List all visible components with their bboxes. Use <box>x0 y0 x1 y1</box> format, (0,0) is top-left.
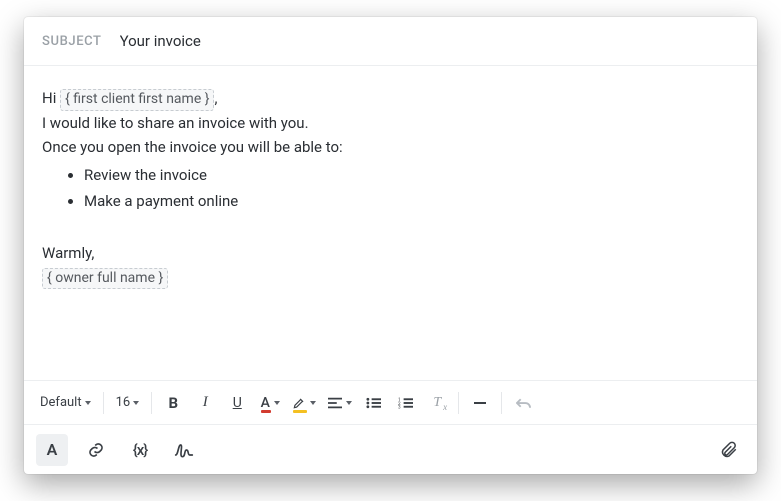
subject-input[interactable] <box>118 31 739 51</box>
greeting-line: Hi { first client first name }, <box>42 86 739 111</box>
undo-button[interactable] <box>508 388 538 418</box>
text-color-dropdown[interactable]: A <box>254 388 284 418</box>
highlighter-icon <box>292 396 306 410</box>
token-owner-full-name[interactable]: { owner full name } <box>42 268 168 290</box>
chevron-down-icon <box>274 401 280 405</box>
underline-button[interactable]: U <box>222 388 252 418</box>
body-bullet-list: Review the invoice Make a payment online <box>42 163 739 213</box>
text-format-toggle[interactable]: A <box>36 434 68 466</box>
align-left-icon <box>328 397 342 409</box>
insert-variable-button[interactable]: {x} <box>124 434 156 466</box>
chevron-down-icon <box>346 401 352 405</box>
chevron-down-icon <box>133 401 139 405</box>
bullet-list-icon <box>366 397 381 409</box>
list-item: Make a payment online <box>84 189 739 213</box>
undo-icon <box>516 396 531 410</box>
body-line-2: Once you open the invoice you will be ab… <box>42 135 739 159</box>
toolbar-separator <box>151 392 152 414</box>
font-size-label: 16 <box>116 395 131 410</box>
horizontal-rule-icon <box>473 396 487 410</box>
font-size-dropdown[interactable]: 16 <box>110 388 146 418</box>
paperclip-icon <box>720 440 738 460</box>
email-editor-card: SUBJECT Hi { first client first name }, … <box>24 17 757 474</box>
italic-button[interactable]: I <box>190 388 220 418</box>
signature-line: { owner full name } <box>42 265 739 290</box>
subject-label: SUBJECT <box>42 34 102 49</box>
toolbar-separator <box>458 392 459 414</box>
bold-button[interactable]: B <box>158 388 188 418</box>
chevron-down-icon <box>310 401 316 405</box>
font-family-dropdown[interactable]: Default <box>34 388 97 418</box>
bullet-list-button[interactable] <box>358 388 388 418</box>
insert-link-button[interactable] <box>80 434 112 466</box>
toolbar-separator <box>501 392 502 414</box>
signature-icon <box>174 441 194 459</box>
signoff-line: Warmly, <box>42 241 739 265</box>
numbered-list-button[interactable]: 1 2 3 <box>390 388 420 418</box>
highlight-color-dropdown[interactable] <box>286 388 320 418</box>
chevron-down-icon <box>85 401 91 405</box>
greeting-prefix: Hi <box>42 89 60 107</box>
formatting-toolbar: Default 16 B I U A <box>24 380 757 424</box>
email-body[interactable]: Hi { first client first name }, I would … <box>24 66 757 380</box>
link-icon <box>87 441 105 459</box>
body-line-1: I would like to share an invoice with yo… <box>42 111 739 135</box>
align-dropdown[interactable] <box>322 388 356 418</box>
horizontal-rule-button[interactable] <box>465 388 495 418</box>
subject-row: SUBJECT <box>24 17 757 66</box>
insert-toolbar: A {x} <box>24 424 757 474</box>
greeting-suffix: , <box>214 89 217 107</box>
list-item: Review the invoice <box>84 163 739 187</box>
numbered-list-icon: 1 2 3 <box>398 397 413 409</box>
insert-signature-button[interactable] <box>168 434 200 466</box>
toolbar-separator <box>103 392 104 414</box>
attach-file-button[interactable] <box>713 434 745 466</box>
variable-icon: {x} <box>133 441 148 459</box>
clear-formatting-button[interactable]: Tx <box>422 388 452 418</box>
svg-text:3: 3 <box>398 404 401 408</box>
font-family-label: Default <box>40 395 82 410</box>
token-client-first-name[interactable]: { first client first name } <box>60 89 214 111</box>
